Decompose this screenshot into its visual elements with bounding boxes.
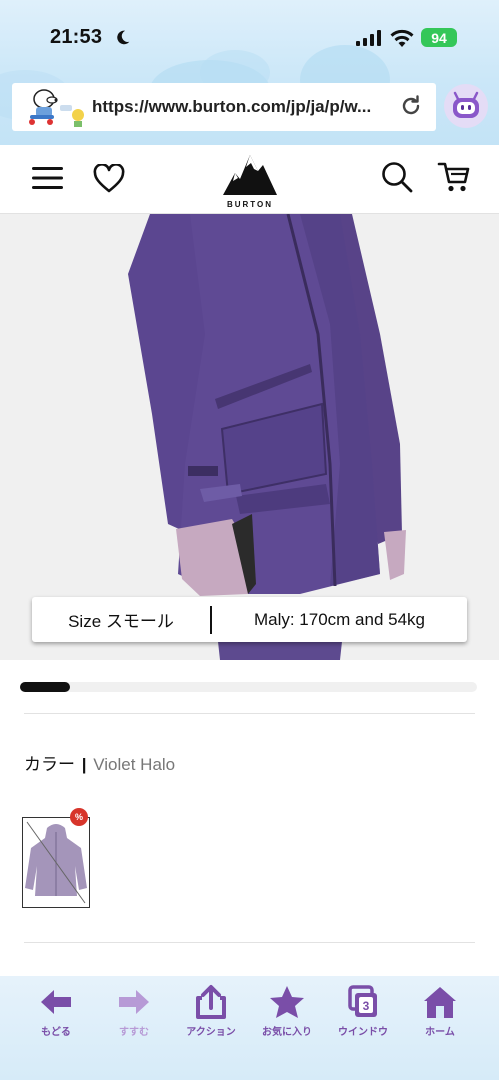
jacket-thumbnail-icon: [23, 818, 89, 907]
cart-icon[interactable]: [437, 160, 471, 194]
color-separator: |: [81, 755, 87, 774]
color-swatch-violet-halo[interactable]: [22, 817, 90, 908]
toolbar-action-button[interactable]: アクション: [176, 984, 246, 1038]
windows-icon: 3: [348, 985, 377, 1017]
divider-top: [24, 713, 475, 714]
status-time: 21:53: [50, 26, 103, 48]
model-info-label: Maly: 170cm and 54kg: [253, 609, 426, 629]
browser-toolbar: もどる すすむ アクション お気に入り 3 ウインドウ ホーム: [0, 976, 499, 1080]
burton-logo[interactable]: BURTON: [221, 151, 279, 209]
toolbar-back-button[interactable]: もどる: [21, 984, 91, 1038]
sale-badge: %: [70, 808, 88, 826]
star-icon: [270, 986, 304, 1018]
toolbar-back-label: もどる: [41, 1027, 71, 1038]
toolbar-windows-button[interactable]: 3 ウインドウ: [328, 984, 398, 1038]
toolbar-home-label: ホーム: [425, 1027, 455, 1038]
back-arrow-icon: [41, 990, 71, 1014]
site-header: BURTON: [0, 145, 499, 214]
window-count: 3: [363, 999, 370, 1013]
mountain-logo-icon: [223, 155, 277, 195]
forward-arrow-icon: [119, 990, 149, 1014]
assistant-button[interactable]: [444, 84, 488, 128]
toolbar-forward-button[interactable]: すすむ: [99, 984, 169, 1038]
color-value: Violet Halo: [93, 755, 176, 774]
color-row: カラー | Violet Halo: [24, 750, 175, 775]
sale-badge-text: %: [74, 812, 83, 822]
url-text: https://www.burton.com/jp/ja/p/w...: [92, 97, 372, 116]
signal-icon: [356, 30, 381, 46]
toolbar-windows-label: ウインドウ: [338, 1027, 388, 1038]
product-image[interactable]: [0, 214, 499, 660]
toolbar-favorites-label: お気に入り: [262, 1027, 312, 1038]
toolbar-forward-label: すすむ: [119, 1027, 149, 1038]
battery-indicator: 94: [421, 28, 457, 47]
home-icon: [424, 987, 456, 1018]
reload-icon[interactable]: [400, 95, 422, 117]
wishlist-heart-icon[interactable]: [93, 164, 125, 194]
moon-icon: [117, 30, 130, 45]
search-icon[interactable]: [381, 161, 413, 193]
url-bar[interactable]: https://www.burton.com/jp/ja/p/w...: [12, 83, 436, 131]
jacket-photo-icon: [0, 214, 499, 660]
model-size-label: Size スモール: [68, 612, 174, 631]
browser-chrome-top: 21:53 94 https://www.burton.com/jp/ja/p/…: [0, 0, 499, 145]
site-thumbnail-icon: [29, 89, 84, 127]
toolbar-action-label: アクション: [186, 1027, 236, 1038]
assistant-icon: [453, 91, 479, 118]
battery-level: 94: [431, 29, 447, 46]
divider-bottom: [24, 942, 475, 943]
menu-icon[interactable]: [32, 166, 63, 190]
logo-wordmark: BURTON: [226, 200, 274, 209]
wifi-icon: [390, 29, 414, 47]
color-label: カラー: [24, 755, 75, 774]
gallery-progress-fill: [20, 682, 71, 692]
share-icon: [196, 985, 226, 1019]
toolbar-home-button[interactable]: ホーム: [405, 984, 475, 1038]
toolbar-favorites-button[interactable]: お気に入り: [252, 984, 322, 1038]
size-info-pill: Size スモール Maly: 170cm and 54kg: [32, 597, 467, 642]
gallery-progress-track[interactable]: [20, 682, 477, 692]
